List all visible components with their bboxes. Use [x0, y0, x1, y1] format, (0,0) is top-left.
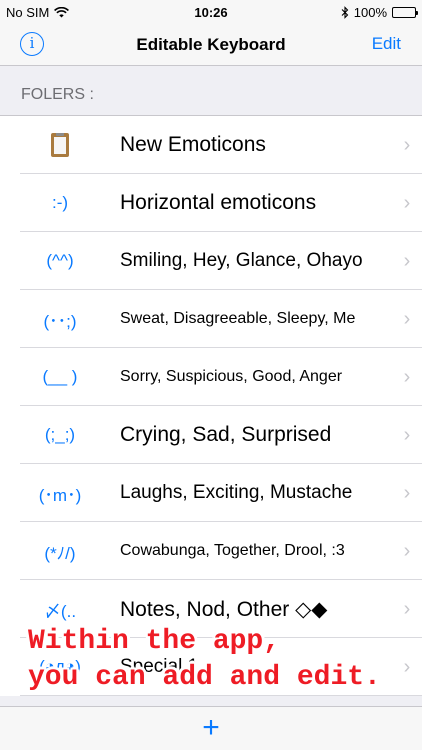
row-emoticon: (^^) [46, 251, 74, 270]
row-emoticon: (;_;) [44, 425, 76, 444]
list-item[interactable]: (;_;) Crying, Sad, Surprised › [0, 406, 422, 464]
row-label: Smiling, Hey, Glance, Ohayo [120, 250, 363, 271]
row-emoticon: (◕д◕) [39, 657, 81, 676]
row-emoticon: (*ﾉ/) [44, 543, 76, 563]
clipboard-icon [51, 133, 69, 157]
list-item[interactable]: (･m･) Laughs, Exciting, Mustache › [0, 464, 422, 522]
battery-percent: 100% [353, 5, 387, 20]
row-emoticon: :-) [51, 193, 69, 212]
section-header: FOLERS : [21, 86, 94, 103]
row-emoticon [0, 133, 120, 157]
row-label: Special 1 [120, 656, 199, 677]
list-item[interactable]: :-) Horizontal emoticons › [0, 174, 422, 232]
list-item[interactable]: 〆(.. Notes, Nod, Other ◇◆ › [0, 580, 422, 638]
row-emoticon: (･･;) [43, 311, 77, 331]
status-bar: No SIM 10:26 100% [0, 0, 422, 24]
bottom-toolbar: + [0, 706, 422, 750]
list-item[interactable]: (^^) Smiling, Hey, Glance, Ohayo › [0, 232, 422, 290]
row-emoticon: 〆(.. [43, 601, 77, 621]
chevron-right-icon: › [403, 539, 411, 562]
chevron-right-icon: › [403, 307, 411, 330]
row-emoticon: (__ ) [42, 367, 78, 386]
folder-list: New Emoticons › :-) Horizontal emoticons… [0, 115, 422, 696]
chevron-right-icon: › [403, 133, 411, 156]
bluetooth-icon [341, 6, 349, 19]
list-item[interactable]: (･･;) Sweat, Disagreeable, Sleepy, Me › [0, 290, 422, 348]
navigation-bar: i Editable Keyboard Edit [0, 24, 422, 66]
row-label: Laughs, Exciting, Mustache [120, 482, 353, 503]
chevron-right-icon: › [403, 191, 411, 214]
chevron-right-icon: › [403, 481, 411, 504]
list-item[interactable]: (*ﾉ/) Cowabunga, Together, Drool, :3 › [0, 522, 422, 580]
chevron-right-icon: › [403, 423, 411, 446]
chevron-right-icon: › [403, 365, 411, 388]
chevron-right-icon: › [403, 249, 411, 272]
row-label: Sweat, Disagreeable, Sleepy, Me [120, 310, 356, 327]
battery-icon [392, 7, 418, 18]
row-label: Sorry, Suspicious, Good, Anger [120, 368, 343, 385]
status-right: 100% [341, 5, 418, 20]
edit-button[interactable]: Edit [372, 34, 401, 54]
row-emoticon: (･m･) [38, 485, 82, 505]
row-label: Notes, Nod, Other ◇◆ [120, 597, 328, 621]
chevron-right-icon: › [403, 655, 411, 678]
list-item[interactable]: (__ ) Sorry, Suspicious, Good, Anger › [0, 348, 422, 406]
row-label: Horizontal emoticons [120, 191, 317, 214]
row-label: Crying, Sad, Surprised [120, 423, 332, 446]
list-item[interactable]: (◕д◕) Special 1 › [0, 638, 422, 696]
row-label: Cowabunga, Together, Drool, :3 [120, 542, 345, 559]
list-item-new-emoticons[interactable]: New Emoticons › [0, 116, 422, 174]
row-label: New Emoticons [120, 133, 266, 156]
page-title: Editable Keyboard [136, 35, 286, 54]
chevron-right-icon: › [403, 597, 411, 620]
add-button[interactable]: + [0, 711, 422, 745]
